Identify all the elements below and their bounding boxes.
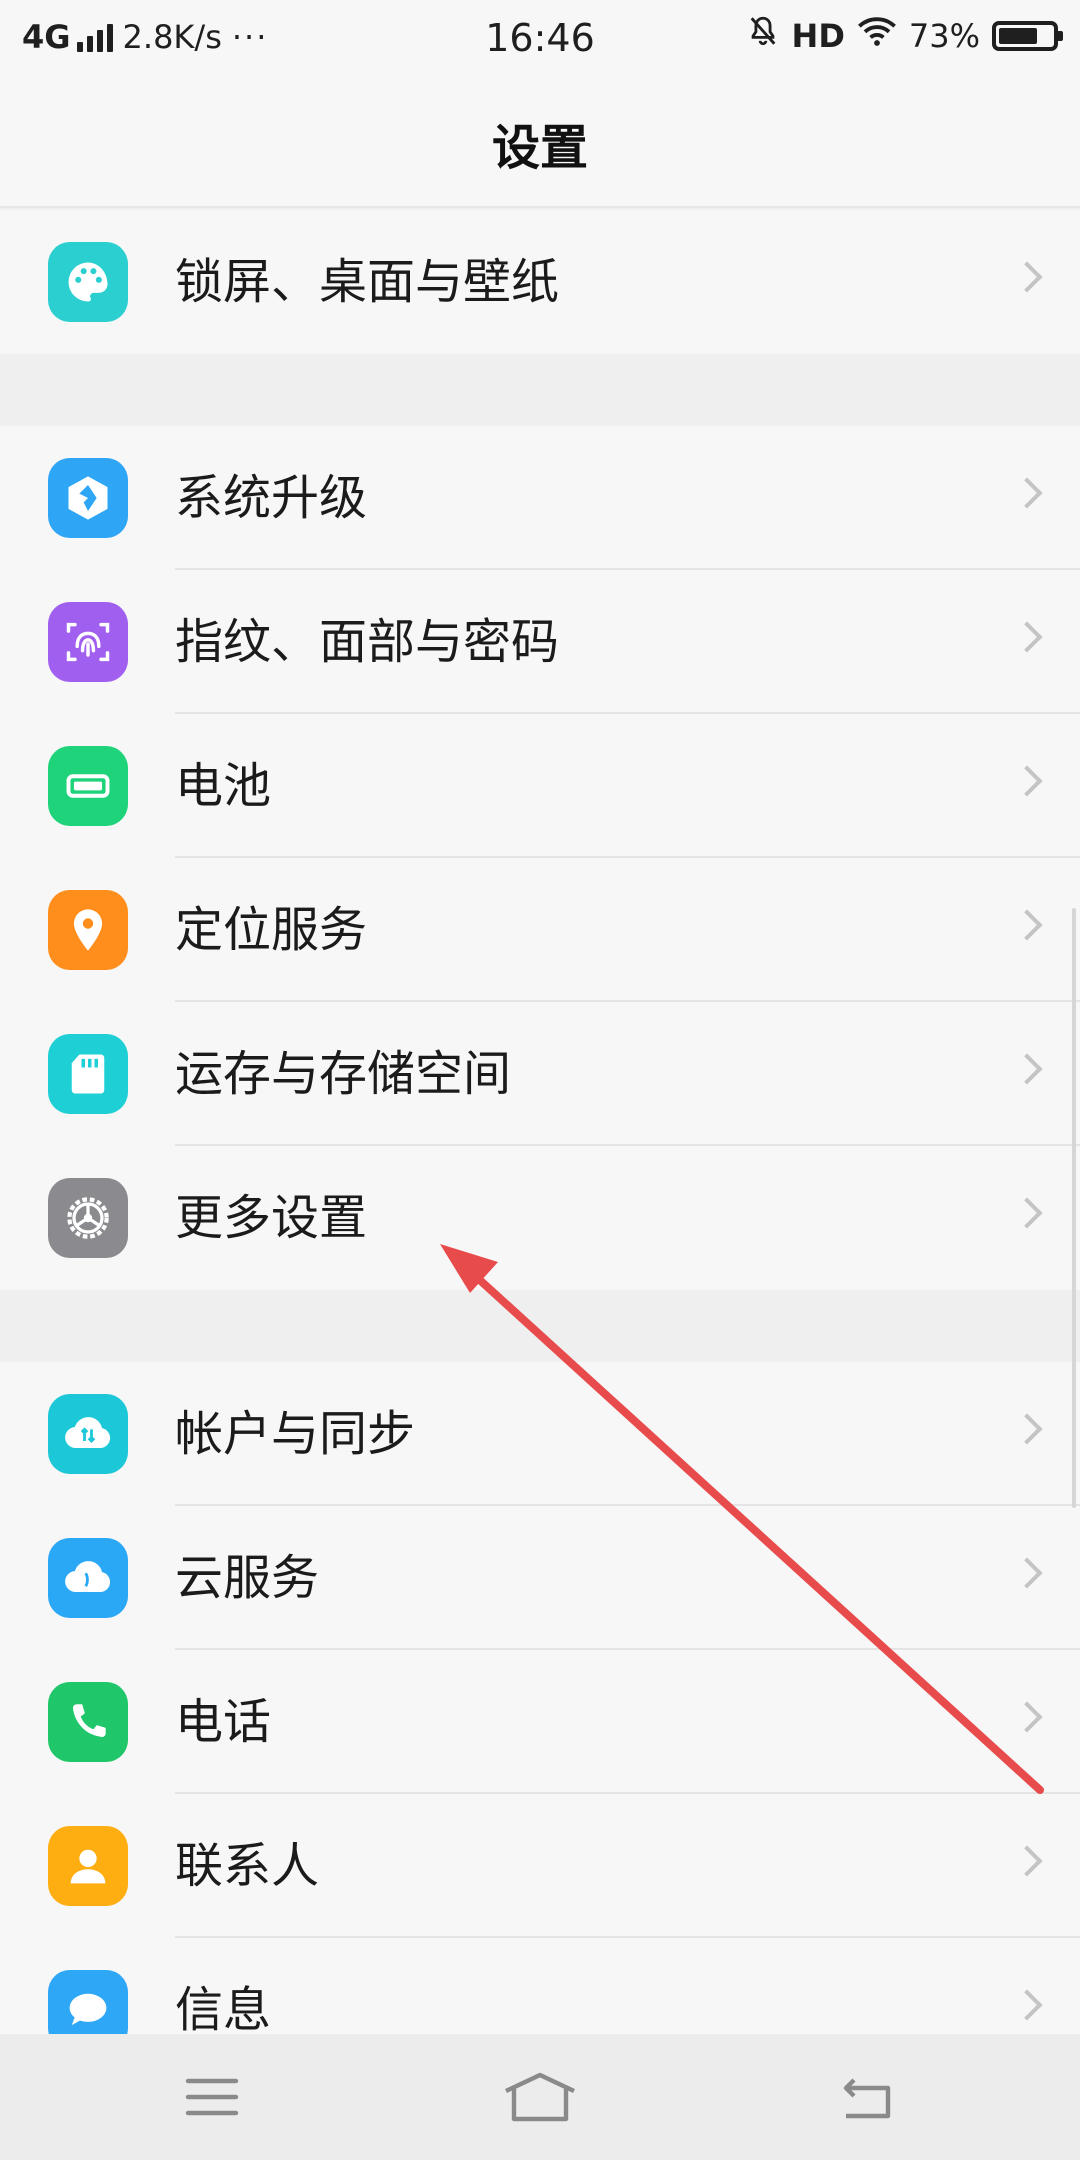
- mute-bell-icon: [746, 14, 780, 57]
- status-right: HD 73%: [746, 14, 1063, 57]
- chevron-right-icon: [1011, 1989, 1043, 2021]
- settings-item-label: 系统升级: [175, 470, 368, 526]
- chevron-right-icon: [1011, 1197, 1043, 1229]
- chevron-right-icon: [1011, 1701, 1043, 1733]
- settings-item-lockscreen-wallpaper[interactable]: 锁屏、桌面与壁纸: [0, 210, 1080, 354]
- wifi-icon: [857, 15, 897, 56]
- battery-percent: 73%: [908, 16, 980, 55]
- group-separator: [0, 354, 1080, 426]
- settings-item-fingerprint-face-password[interactable]: 指纹、面部与密码: [0, 570, 1080, 714]
- settings-item-label: 帐户与同步: [175, 1406, 416, 1462]
- settings-item-label: 云服务: [175, 1550, 320, 1606]
- settings-item-label: 联系人: [175, 1838, 320, 1894]
- cloud-icon: [48, 1538, 128, 1618]
- message-icon: [48, 1970, 128, 2034]
- chevron-right-icon: [1011, 765, 1043, 797]
- settings-item-label: 锁屏、桌面与壁纸: [175, 254, 560, 310]
- home-button[interactable]: [500, 2064, 580, 2130]
- scroll-indicator[interactable]: [1072, 908, 1076, 1508]
- status-bar: 4G 2.8K/s ··· 16:46 HD 73%: [0, 0, 1080, 74]
- sd-card-icon: [48, 1034, 128, 1114]
- menu-button[interactable]: [172, 2064, 252, 2130]
- chevron-right-icon: [1011, 1845, 1043, 1877]
- chevron-right-icon: [1011, 261, 1043, 293]
- settings-item-label: 运存与存储空间: [175, 1046, 512, 1102]
- cloud-sync-icon: [48, 1394, 128, 1474]
- settings-item-label: 定位服务: [175, 902, 368, 958]
- system-update-icon: [48, 458, 128, 538]
- group-separator: [0, 1290, 1080, 1362]
- settings-item-system-update[interactable]: 系统升级: [0, 426, 1080, 570]
- settings-item-label: 更多设置: [175, 1190, 368, 1246]
- phone-icon: [48, 1682, 128, 1762]
- back-button[interactable]: [828, 2064, 908, 2130]
- settings-item-messages[interactable]: 信息: [0, 1938, 1080, 2034]
- home-icon: [505, 2072, 575, 2122]
- title-bar: 设置: [0, 74, 1080, 208]
- gear-icon: [48, 1178, 128, 1258]
- navigation-bar: [0, 2034, 1080, 2160]
- battery-icon: [48, 746, 128, 826]
- chevron-right-icon: [1011, 909, 1043, 941]
- fingerprint-icon: [48, 602, 128, 682]
- settings-group-display: 锁屏、桌面与壁纸: [0, 210, 1080, 354]
- settings-item-accounts-sync[interactable]: 帐户与同步: [0, 1362, 1080, 1506]
- settings-item-more-settings[interactable]: 更多设置: [0, 1146, 1080, 1290]
- chevron-right-icon: [1011, 1053, 1043, 1085]
- settings-item-battery[interactable]: 电池: [0, 714, 1080, 858]
- settings-item-label: 电池: [175, 758, 272, 814]
- back-icon: [843, 2078, 891, 2119]
- battery-icon: [992, 20, 1063, 51]
- settings-group-accounts-apps: 帐户与同步 云服务 电话 联系人 信息: [0, 1362, 1080, 2034]
- battery-fill: [999, 27, 1037, 44]
- settings-item-phone[interactable]: 电话: [0, 1650, 1080, 1794]
- settings-item-label: 电话: [175, 1694, 272, 1750]
- settings-item-label: 信息: [175, 1982, 272, 2034]
- location-pin-icon: [48, 890, 128, 970]
- settings-item-label: 指纹、面部与密码: [175, 614, 560, 670]
- chevron-right-icon: [1011, 621, 1043, 653]
- chevron-right-icon: [1011, 1413, 1043, 1445]
- settings-group-system: 系统升级 指纹、面部与密码 电池 定位服务 运存与存储空间 更多设置: [0, 426, 1080, 1290]
- settings-item-cloud-service[interactable]: 云服务: [0, 1506, 1080, 1650]
- settings-item-location[interactable]: 定位服务: [0, 858, 1080, 1002]
- settings-list[interactable]: 锁屏、桌面与壁纸 系统升级 指纹、面部与密码 电池 定位服务 运存与存储空间 更…: [0, 208, 1080, 2034]
- chevron-right-icon: [1011, 477, 1043, 509]
- palette-icon: [48, 242, 128, 322]
- contact-icon: [48, 1826, 128, 1906]
- hd-indicator: HD: [791, 16, 845, 55]
- page-title: 设置: [491, 120, 588, 176]
- settings-item-memory-storage[interactable]: 运存与存储空间: [0, 1002, 1080, 1146]
- chevron-right-icon: [1011, 1557, 1043, 1589]
- menu-icon: [185, 2078, 239, 2116]
- settings-item-contacts[interactable]: 联系人: [0, 1794, 1080, 1938]
